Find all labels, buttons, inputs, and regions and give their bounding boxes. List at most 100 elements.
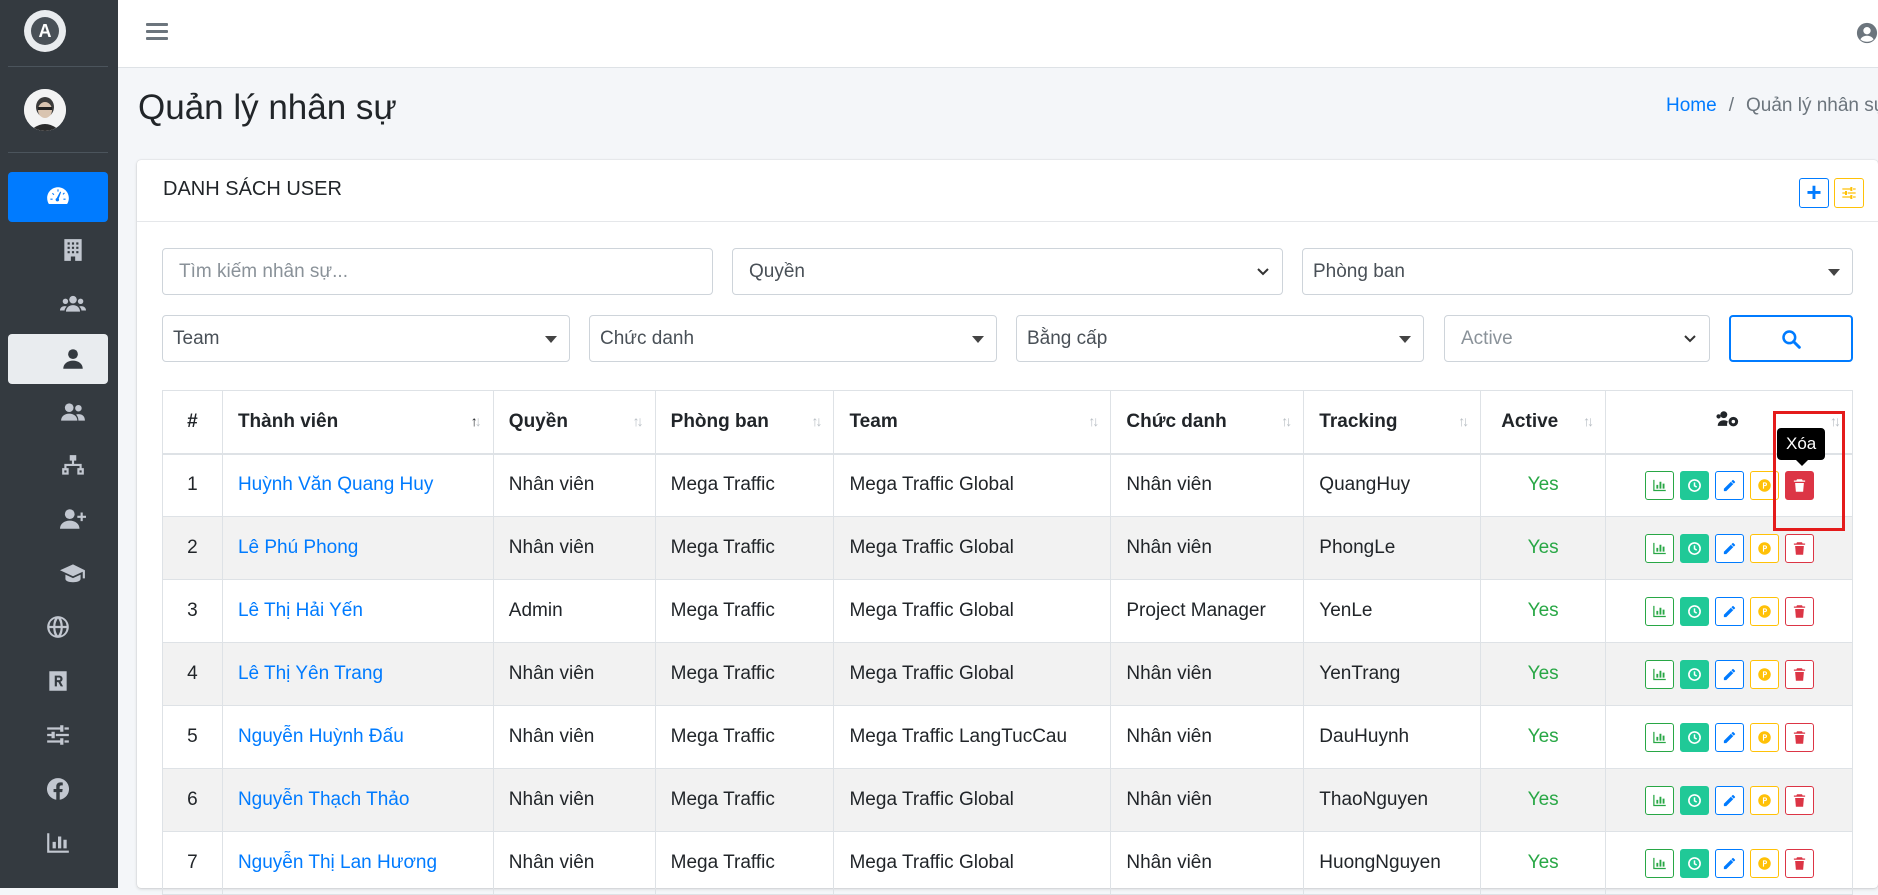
column-header-member[interactable]: Thành viên ↑↓	[221, 390, 494, 455]
report-button[interactable]	[1644, 533, 1674, 563]
timesheet-button[interactable]	[1679, 470, 1709, 500]
timesheet-button[interactable]	[1679, 722, 1709, 752]
edit-button[interactable]	[1714, 470, 1744, 500]
chart-icon	[1652, 857, 1666, 869]
sidebar-item-add-user[interactable]	[8, 494, 108, 544]
coin-icon	[1757, 856, 1771, 870]
team-select-value: Team	[173, 327, 220, 349]
registered-icon	[49, 671, 67, 691]
user-plus-icon	[60, 509, 86, 529]
delete-button[interactable]	[1784, 785, 1814, 815]
sidebar-item-facebook[interactable]	[8, 764, 108, 814]
role-select[interactable]: Quyền	[732, 248, 1283, 295]
member-name-cell: Nguyễn Thị Lan Hương	[221, 831, 494, 895]
report-button[interactable]	[1644, 596, 1674, 626]
building-icon	[64, 239, 82, 261]
member-name-link[interactable]: Lê Thị Hải Yến	[238, 600, 363, 621]
search-button[interactable]	[1729, 315, 1853, 362]
sidebar-item-user-group[interactable]	[8, 387, 108, 437]
active-status-select[interactable]: Active	[1444, 315, 1710, 362]
add-user-button[interactable]: +	[1799, 178, 1829, 208]
member-name-link[interactable]: Nguyễn Thị Lan Hương	[238, 852, 437, 873]
delete-button[interactable]	[1784, 596, 1814, 626]
delete-button[interactable]	[1784, 659, 1814, 689]
chart-icon	[1652, 731, 1666, 743]
member-name-link[interactable]: Nguyễn Thạch Thảo	[238, 789, 409, 810]
timesheet-button[interactable]	[1679, 848, 1709, 878]
pencil-icon	[1723, 479, 1735, 491]
user-profile-icon[interactable]	[1856, 22, 1878, 44]
edit-button[interactable]	[1714, 722, 1744, 752]
menu-toggle-icon[interactable]	[146, 20, 168, 42]
user-icon	[63, 349, 83, 369]
job-title-cell: Nhân viên	[1110, 453, 1305, 517]
sidebar-item-education[interactable]	[8, 548, 108, 598]
edit-button[interactable]	[1714, 596, 1744, 626]
sidebar-item-user[interactable]	[8, 334, 108, 384]
sidebar-item-users[interactable]	[8, 279, 108, 329]
delete-button[interactable]	[1784, 722, 1814, 752]
breadcrumb-home-link[interactable]: Home	[1666, 95, 1717, 116]
points-button[interactable]	[1749, 533, 1779, 563]
sidebar-item-building[interactable]	[8, 225, 108, 275]
timesheet-button[interactable]	[1679, 533, 1709, 563]
team-select[interactable]: Team	[162, 315, 570, 362]
sidebar-item-settings[interactable]	[8, 710, 108, 760]
report-button[interactable]	[1644, 785, 1674, 815]
pencil-icon	[1723, 794, 1735, 806]
job-title-select[interactable]: Chức danh	[589, 315, 997, 362]
avatar[interactable]	[24, 89, 66, 131]
column-settings-button[interactable]	[1834, 178, 1864, 208]
points-button[interactable]	[1749, 722, 1779, 752]
edit-button[interactable]	[1714, 659, 1744, 689]
delete-button[interactable]	[1784, 533, 1814, 563]
member-name-link[interactable]: Nguyễn Huỳnh Đấu	[238, 726, 404, 747]
report-button[interactable]	[1644, 659, 1674, 689]
column-header-active[interactable]: Active ↑↓	[1480, 390, 1607, 455]
member-name-link[interactable]: Huỳnh Văn Quang Huy	[238, 474, 433, 495]
row-number: 4	[162, 642, 223, 706]
sidebar-item-registered[interactable]	[8, 656, 108, 706]
caret-down-icon	[1828, 269, 1840, 276]
timesheet-button[interactable]	[1679, 659, 1709, 689]
points-button[interactable]	[1749, 785, 1779, 815]
report-button[interactable]	[1644, 470, 1674, 500]
column-header-label: Team	[849, 410, 898, 432]
coin-icon	[1757, 667, 1771, 681]
coin-icon	[1757, 793, 1771, 807]
report-button[interactable]	[1644, 848, 1674, 878]
edit-button[interactable]	[1714, 848, 1744, 878]
sidebar-item-sitemap[interactable]	[8, 441, 108, 491]
coin-icon	[1757, 730, 1771, 744]
edit-button[interactable]	[1714, 533, 1744, 563]
column-header-team[interactable]: Team ↑↓	[833, 390, 1112, 455]
sidebar-item-globe[interactable]	[8, 602, 108, 652]
timesheet-button[interactable]	[1679, 785, 1709, 815]
active-status-cell: Yes	[1480, 453, 1607, 517]
department-select[interactable]: Phòng ban	[1302, 248, 1853, 295]
avatar-image-icon	[24, 89, 66, 131]
timesheet-button[interactable]	[1679, 596, 1709, 626]
member-name-link[interactable]: Lê Phú Phong	[238, 537, 358, 558]
column-header-role[interactable]: Quyền ↑↓	[492, 390, 656, 455]
points-button[interactable]	[1749, 596, 1779, 626]
column-header-department[interactable]: Phòng ban ↑↓	[654, 390, 835, 455]
table-row: 1 Huỳnh Văn Quang Huy Nhân viên Mega Traffi…	[162, 453, 1853, 517]
points-button[interactable]	[1749, 659, 1779, 689]
role-cell: Nhân viên	[492, 768, 656, 832]
report-button[interactable]	[1644, 722, 1674, 752]
users-icon	[60, 295, 86, 312]
column-header-job-title[interactable]: Chức danh ↑↓	[1110, 390, 1305, 455]
points-button[interactable]	[1749, 848, 1779, 878]
member-name-link[interactable]: Lê Thị Yên Trang	[238, 663, 383, 684]
search-input[interactable]: Tìm kiếm nhân sự...	[162, 248, 713, 295]
sidebar-item-reports[interactable]	[8, 818, 108, 868]
edit-button[interactable]	[1714, 785, 1744, 815]
job-title-cell: Nhân viên	[1110, 516, 1305, 580]
degree-select[interactable]: Bằng cấp	[1016, 315, 1424, 362]
column-header-tracking[interactable]: Tracking ↑↓	[1303, 390, 1482, 455]
sidebar-item-dashboard[interactable]	[8, 172, 108, 222]
job-title-select-value: Chức danh	[600, 327, 695, 349]
delete-button[interactable]	[1784, 848, 1814, 878]
brand-logo[interactable]: A	[24, 10, 66, 52]
